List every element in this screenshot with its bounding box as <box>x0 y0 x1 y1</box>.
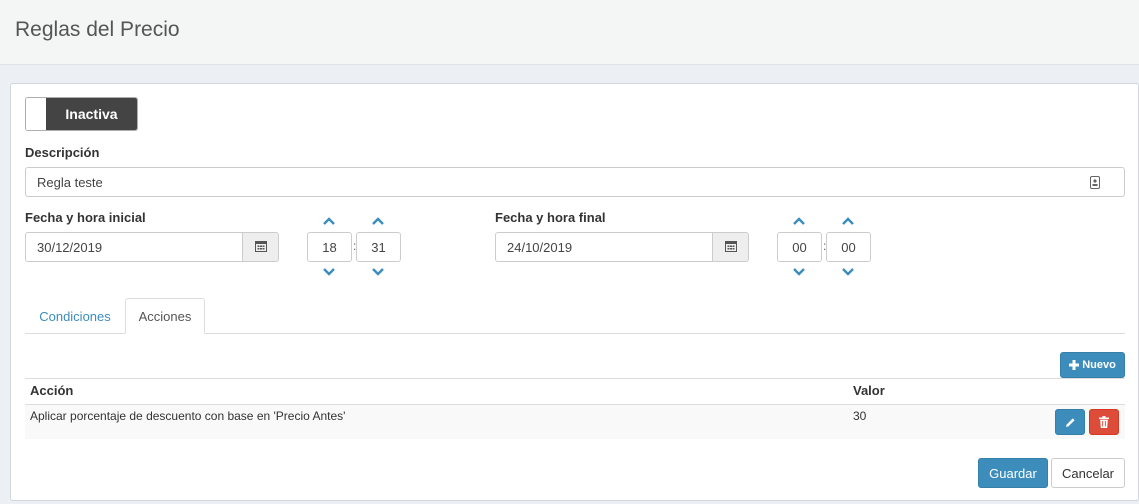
page-title: Reglas del Precio <box>15 18 180 41</box>
start-calendar-button[interactable] <box>242 232 279 262</box>
chevron-down-icon <box>793 268 805 276</box>
end-hour-down[interactable] <box>789 265 809 279</box>
start-date-input[interactable]: 30/12/2019 <box>25 232 243 262</box>
row-valor-cell: 30 <box>853 409 867 423</box>
new-action-label: Nuevo <box>1082 359 1116 371</box>
chevron-up-icon <box>842 217 854 225</box>
status-toggle[interactable]: Inactiva <box>25 97 138 131</box>
toggle-knob <box>26 98 46 130</box>
contact-card-icon <box>1090 176 1100 192</box>
chevron-down-icon <box>372 268 384 276</box>
chevron-up-icon <box>793 217 805 225</box>
table-top-border <box>25 378 1125 379</box>
tab-acciones[interactable]: Acciones <box>125 298 205 334</box>
chevron-down-icon <box>323 268 335 276</box>
pencil-icon <box>1065 417 1075 427</box>
start-hour-value: 18 <box>322 239 337 255</box>
calendar-icon <box>254 240 267 255</box>
start-date-value: 30/12/2019 <box>37 239 103 255</box>
start-minute-value: 31 <box>371 239 386 255</box>
start-minute-down[interactable] <box>368 265 388 279</box>
end-hour-value: 00 <box>792 239 807 255</box>
chevron-up-icon <box>372 217 384 225</box>
tab-condiciones[interactable]: Condiciones <box>25 298 125 334</box>
delete-row-button[interactable] <box>1089 409 1119 435</box>
plus-icon <box>1069 360 1080 370</box>
end-date-value: 24/10/2019 <box>507 239 573 255</box>
end-calendar-button[interactable] <box>712 232 749 262</box>
edit-row-button[interactable] <box>1055 409 1085 435</box>
end-minute-input[interactable]: 00 <box>826 232 871 262</box>
column-header-accion: Acción <box>30 383 74 398</box>
row-accion-cell: Aplicar porcentaje de descuento con base… <box>30 409 346 423</box>
new-action-button[interactable]: Nuevo <box>1060 352 1125 378</box>
end-minute-value: 00 <box>841 239 856 255</box>
column-header-valor: Valor <box>853 383 885 398</box>
start-hour-down[interactable] <box>319 265 339 279</box>
description-input[interactable]: Regla teste <box>25 167 1125 197</box>
start-hour-input[interactable]: 18 <box>307 232 352 262</box>
start-datetime-label: Fecha y hora inicial <box>25 210 146 225</box>
end-hour-input[interactable]: 00 <box>777 232 822 262</box>
chevron-up-icon <box>323 217 335 225</box>
chevron-down-icon <box>842 268 854 276</box>
end-minute-up[interactable] <box>838 214 858 228</box>
end-date-input[interactable]: 24/10/2019 <box>495 232 713 262</box>
start-minute-up[interactable] <box>368 214 388 228</box>
end-datetime-label: Fecha y hora final <box>495 210 606 225</box>
trash-icon <box>1099 416 1109 428</box>
save-button[interactable]: Guardar <box>978 458 1048 488</box>
end-minute-down[interactable] <box>838 265 858 279</box>
description-label: Descripción <box>25 145 100 160</box>
end-hour-up[interactable] <box>789 214 809 228</box>
start-hour-up[interactable] <box>319 214 339 228</box>
rule-form-panel: Inactiva Descripción Regla teste Fecha y… <box>10 83 1139 501</box>
start-minute-input[interactable]: 31 <box>356 232 401 262</box>
description-value: Regla teste <box>37 174 103 190</box>
page-header: Reglas del Precio <box>0 0 1139 65</box>
calendar-icon <box>724 240 737 255</box>
status-toggle-label: Inactiva <box>46 98 137 130</box>
cancel-button[interactable]: Cancelar <box>1051 458 1125 488</box>
